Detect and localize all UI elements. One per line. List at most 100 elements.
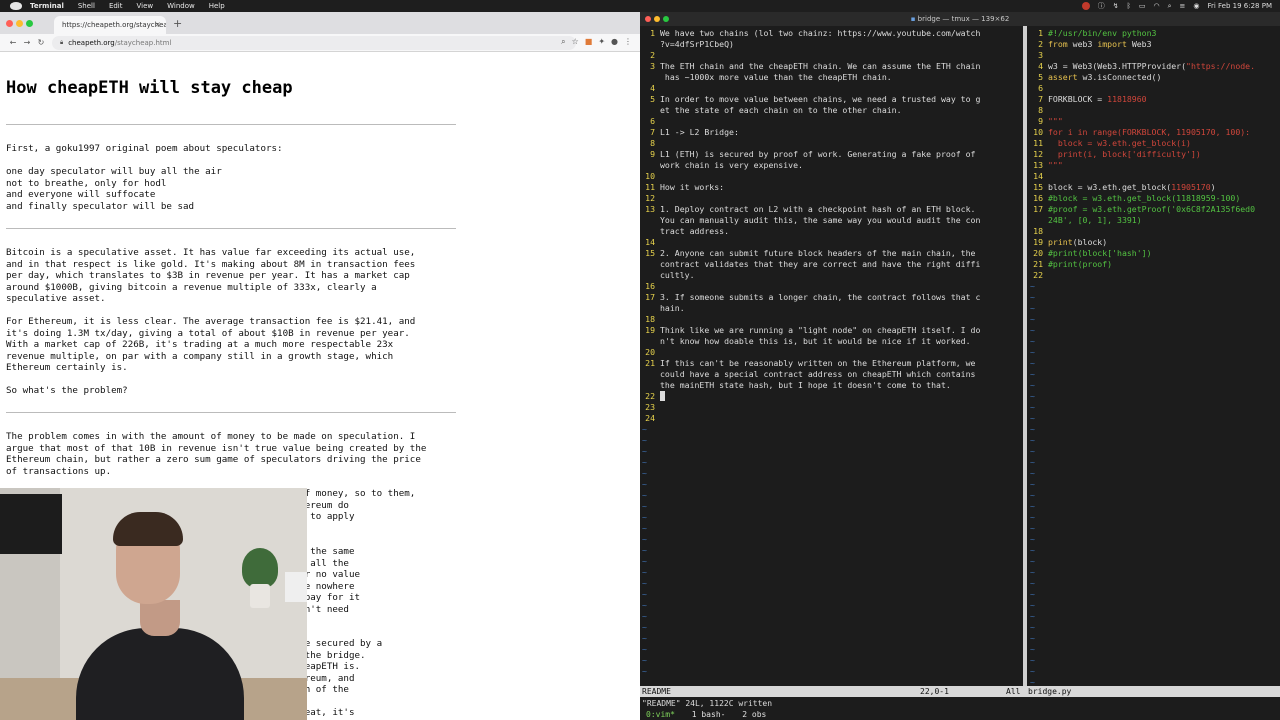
code-line: 6 xyxy=(640,116,1022,127)
menu-help[interactable]: Help xyxy=(209,2,225,10)
extension-icon[interactable]: ■ xyxy=(585,37,593,47)
menu-edit[interactable]: Edit xyxy=(109,2,123,10)
zoom-icon[interactable]: ⌕ xyxy=(561,37,565,47)
empty-line-marker: ~ xyxy=(1030,391,1035,401)
browser-tab[interactable]: https://cheapeth.org/staychea × xyxy=(54,16,166,34)
page-title: How cheapETH will stay cheap xyxy=(6,78,293,98)
menu-window[interactable]: Window xyxy=(167,2,195,10)
code-token: print(i, block['difficulty']) xyxy=(1048,149,1201,159)
code-line: 15 block = w3.eth.get_block(11905170) xyxy=(1028,182,1280,193)
url-path: /staycheap.html xyxy=(114,39,172,47)
new-tab-icon[interactable]: + xyxy=(173,17,182,30)
puzzle-icon[interactable]: ✦ xyxy=(598,37,605,47)
line-number: 21 xyxy=(645,358,655,368)
battery-icon[interactable]: ▭ xyxy=(1139,2,1146,10)
code-line: 2 xyxy=(640,50,1022,61)
close-window-icon[interactable] xyxy=(6,20,13,27)
tmux-window-vim[interactable]: 0:vim* xyxy=(646,710,675,719)
empty-line-marker: ~ xyxy=(642,457,647,467)
info-icon[interactable]: ⓘ xyxy=(1098,1,1105,11)
control-center-icon[interactable]: ≡ xyxy=(1179,2,1185,10)
profile-avatar-icon[interactable]: ● xyxy=(611,37,618,47)
reload-icon[interactable]: ↻ xyxy=(34,38,48,47)
empty-line-marker: ~ xyxy=(642,468,647,478)
vim-pane-bridge[interactable]: 1 #!/usr/bin/env python3 2 from web3 import… xyxy=(1028,28,1280,688)
code-line: 16 #block = w3.eth.get_block(11818959-100… xyxy=(1028,193,1280,204)
code-line: 11 How it works: xyxy=(640,182,1022,193)
forward-icon[interactable]: → xyxy=(20,38,34,47)
code-token: #proof = w3.eth.getProof('0x6C8f2A135f6e… xyxy=(1048,204,1256,214)
line-text: et the state of each chain on to the oth… xyxy=(660,105,902,115)
wifi-icon[interactable]: ◠ xyxy=(1153,2,1159,10)
code-line: 5 assert w3.isConnected() xyxy=(1028,72,1280,83)
recording-icon[interactable] xyxy=(1081,2,1090,10)
line-text: #block = w3.eth.get_block(11818959-100) xyxy=(1048,193,1240,204)
empty-line-marker: ~ xyxy=(642,644,647,654)
empty-line-marker: ~ xyxy=(642,666,647,676)
line-number: 18 xyxy=(1033,226,1043,236)
search-icon[interactable]: ⌕ xyxy=(1168,2,1172,11)
code-line: 22 xyxy=(1028,270,1280,281)
address-bar[interactable]: 🔒︎ cheapeth.org/staycheap.html xyxy=(52,36,576,50)
line-number: 21 xyxy=(1033,259,1043,269)
line-number: 15 xyxy=(1033,182,1043,192)
line-number: 1 xyxy=(1038,28,1043,38)
empty-line-marker: ~ xyxy=(1030,611,1035,621)
vim-pane-readme[interactable]: 1 We have two chains (lol two chainz: htt… xyxy=(640,28,1022,688)
bolt-icon[interactable]: ↯ xyxy=(1113,2,1119,10)
code-token: print xyxy=(1048,237,1073,247)
code-line: could have a special contract address on… xyxy=(640,369,1022,380)
menu-terminal[interactable]: Terminal xyxy=(30,2,64,10)
line-number: 12 xyxy=(645,193,655,203)
code-line: the mainETH state hash, but I hope it do… xyxy=(640,380,1022,391)
bluetooth-icon[interactable]: ᛒ xyxy=(1127,2,1131,10)
siri-icon[interactable]: ◉ xyxy=(1193,2,1199,10)
code-line: 9 """ xyxy=(1028,116,1280,127)
minimize-window-icon[interactable] xyxy=(16,20,23,27)
menu-shell[interactable]: Shell xyxy=(78,2,95,10)
line-number: 7 xyxy=(1038,94,1043,104)
empty-line-marker: ~ xyxy=(1030,578,1035,588)
code-line: 1 #!/usr/bin/env python3 xyxy=(1028,28,1280,39)
empty-line-marker: ~ xyxy=(1030,468,1035,478)
code-token: assert xyxy=(1048,72,1083,82)
code-line: hain. xyxy=(640,303,1022,314)
close-tab-icon[interactable]: × xyxy=(154,20,161,29)
empty-line-marker: ~ xyxy=(1030,457,1035,467)
line-text: Think like we are running a "light node"… xyxy=(660,325,981,335)
browser-tab-title: https://cheapeth.org/staychea xyxy=(62,21,166,29)
line-text: L1 (ETH) is secured by proof of work. Ge… xyxy=(660,149,976,159)
pane-divider[interactable] xyxy=(1023,26,1027,690)
zoom-window-icon[interactable] xyxy=(663,16,669,22)
line-text: """ xyxy=(1048,160,1063,171)
tmux-status-bar: 0:vim* 1 bash- 2 obs xyxy=(640,709,1280,720)
empty-line-marker: ~ xyxy=(1030,325,1035,335)
line-number xyxy=(640,160,660,171)
tmux-window-obs[interactable]: 2 obs xyxy=(742,710,766,719)
line-number: 9 xyxy=(1038,116,1043,126)
empty-line-marker: ~ xyxy=(642,578,647,588)
line-number: 6 xyxy=(650,116,655,126)
menu-clock[interactable]: Fri Feb 19 6:28 PM xyxy=(1207,2,1272,10)
minimize-window-icon[interactable] xyxy=(654,16,660,22)
close-window-icon[interactable] xyxy=(645,16,651,22)
code-token: #block = w3.eth.get_block(11818959-100) xyxy=(1048,193,1241,203)
line-number: 7 xyxy=(650,127,655,137)
status-scroll: All xyxy=(1006,687,1021,696)
empty-line-marker: ~ xyxy=(642,622,647,632)
zoom-window-icon[interactable] xyxy=(26,20,33,27)
more-menu-icon[interactable]: ⋮ xyxy=(624,37,632,47)
code-line: 11 block = w3.eth.get_block(i) xyxy=(1028,138,1280,149)
code-line: 22 xyxy=(640,391,1022,402)
back-icon[interactable]: ← xyxy=(6,38,20,47)
menu-view[interactable]: View xyxy=(137,2,154,10)
divider xyxy=(6,124,456,125)
code-token: #!/usr/bin/env python3 xyxy=(1048,28,1157,38)
apple-icon[interactable] xyxy=(10,2,22,10)
tmux-window-bash[interactable]: 1 bash- xyxy=(692,710,726,719)
code-line: et the state of each chain on to the oth… xyxy=(640,105,1022,116)
code-token: "https://node. xyxy=(1186,61,1256,71)
bookmark-star-icon[interactable]: ☆ xyxy=(572,37,579,47)
line-number: 5 xyxy=(1038,72,1043,82)
line-text: #!/usr/bin/env python3 xyxy=(1048,28,1156,39)
